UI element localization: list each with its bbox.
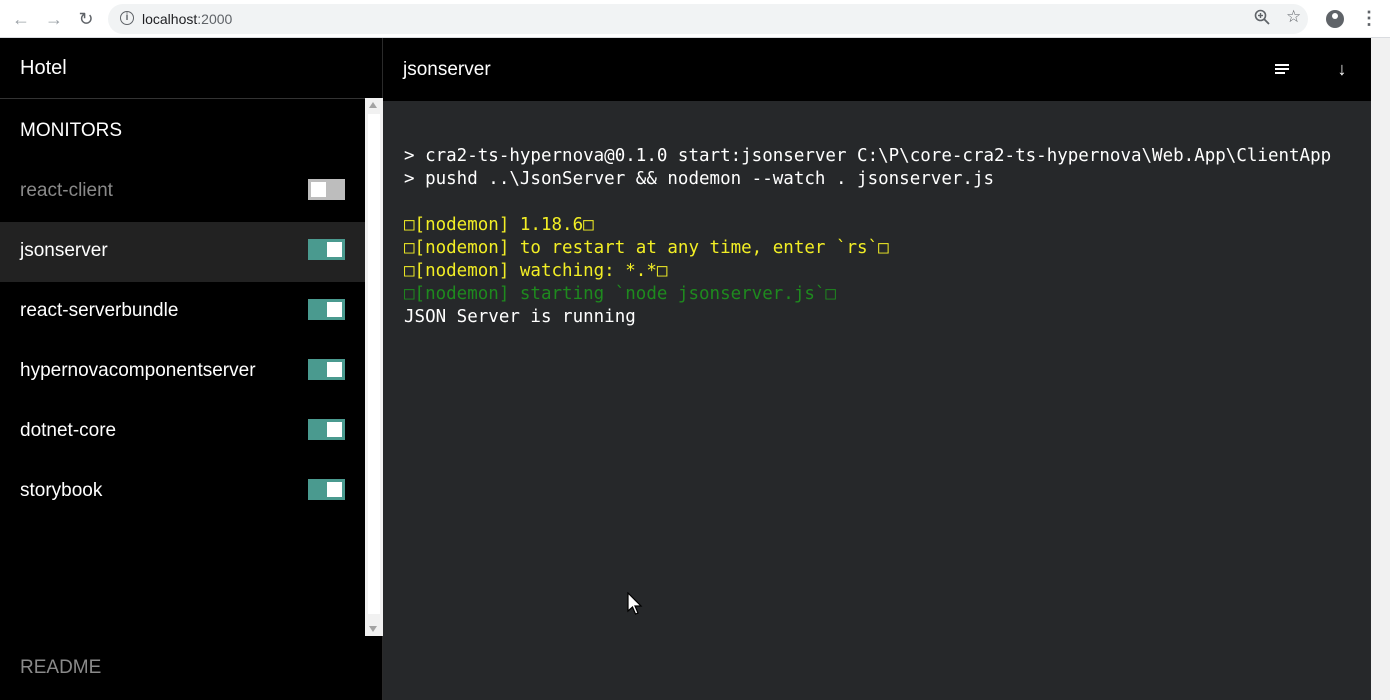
page-title: jsonserver [403, 59, 491, 80]
toggle-knob [311, 182, 326, 197]
url-host: localhost [142, 11, 198, 27]
terminal-line: □[nodemon] watching: *.*□ [404, 261, 668, 281]
browser-toolbar: ← → ↻ i localhost:2000 ☆ ⋮ [0, 0, 1390, 38]
terminal-line: JSON Server is running [404, 307, 636, 327]
zoom-icon[interactable] [1254, 9, 1272, 27]
main-scrollbar[interactable] [1371, 38, 1390, 700]
scroll-to-bottom-icon[interactable]: ↓ [1333, 58, 1351, 80]
toggle-knob [327, 302, 342, 317]
monitor-item-dotnet-core[interactable]: dotnet-core [0, 402, 365, 462]
monitor-name: storybook [20, 480, 103, 501]
toggle-knob [327, 242, 342, 257]
monitor-name: dotnet-core [20, 420, 117, 441]
monitor-item-hypernovacomponentserver[interactable]: hypernovacomponentserver [0, 342, 365, 402]
terminal-line: □[nodemon] 1.18.6□ [404, 215, 594, 235]
mouse-cursor-icon [627, 591, 643, 618]
menu-icon[interactable]: ⋮ [1360, 8, 1378, 28]
monitor-item-jsonserver[interactable]: jsonserver [0, 222, 365, 282]
info-icon[interactable]: i [120, 11, 134, 25]
main-panel: jsonserver ↓ > cra2-ts-hypernova@0.1.0 s… [383, 38, 1390, 700]
monitor-name: react-serverbundle [20, 300, 179, 321]
terminal-line: > cra2-ts-hypernova@0.1.0 start:jsonserv… [404, 146, 1332, 166]
scroll-down-icon[interactable] [369, 626, 377, 632]
wrap-lines-icon[interactable] [1273, 60, 1291, 78]
readme-link[interactable]: README [20, 657, 101, 679]
toggle-knob [327, 422, 342, 437]
toggle-knob [327, 482, 342, 497]
monitor-toggle[interactable] [308, 179, 345, 200]
monitor-item-storybook[interactable]: storybook [0, 462, 365, 522]
terminal-line: > pushd ..\JsonServer && nodemon --watch… [404, 169, 995, 189]
monitor-name: hypernovacomponentserver [20, 360, 256, 381]
terminal-line: □[nodemon] to restart at any time, enter… [404, 238, 889, 258]
account-icon[interactable] [1326, 10, 1344, 28]
address-bar[interactable]: i localhost:2000 [108, 4, 1308, 34]
main-header: jsonserver ↓ [383, 38, 1390, 101]
monitor-list: react-client jsonserver react-serverbundle… [0, 162, 365, 522]
monitor-item-react-serverbundle[interactable]: react-serverbundle [0, 282, 365, 342]
monitor-name: jsonserver [20, 240, 108, 261]
scroll-thumb[interactable] [368, 114, 380, 614]
sidebar-scrollbar[interactable] [365, 98, 383, 636]
monitor-toggle[interactable] [308, 359, 345, 380]
url-port: :2000 [197, 11, 233, 27]
monitor-toggle[interactable] [308, 299, 345, 320]
monitor-toggle[interactable] [308, 419, 345, 440]
monitors-heading: MONITORS [20, 120, 123, 141]
forward-icon[interactable]: → [44, 9, 64, 29]
monitor-name: react-client [20, 180, 113, 201]
app-title: Hotel [20, 57, 67, 79]
toggle-knob [327, 362, 342, 377]
terminal-output[interactable]: > cra2-ts-hypernova@0.1.0 start:jsonserv… [383, 101, 1371, 700]
back-icon[interactable]: ← [11, 9, 31, 29]
terminal-line: □[nodemon] starting `node jsonserver.js`… [404, 284, 836, 304]
sidebar: Hotel MONITORS react-client jsonserver rea… [0, 38, 383, 700]
star-icon[interactable]: ☆ [1286, 8, 1304, 26]
scroll-up-icon[interactable] [369, 102, 377, 108]
sidebar-divider [0, 98, 383, 99]
monitor-toggle[interactable] [308, 479, 345, 500]
monitor-toggle[interactable] [308, 239, 345, 260]
monitor-item-react-client[interactable]: react-client [0, 162, 365, 222]
url-text[interactable]: localhost:2000 [142, 11, 232, 27]
terminal-lines: > cra2-ts-hypernova@0.1.0 start:jsonserv… [404, 145, 1331, 329]
reload-icon[interactable]: ↻ [76, 9, 96, 29]
